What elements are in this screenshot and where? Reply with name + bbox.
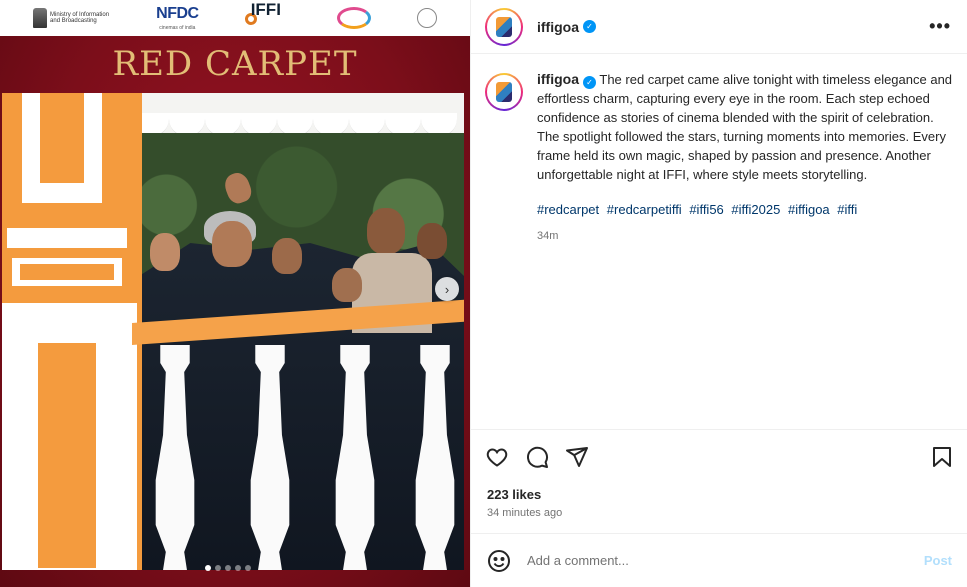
caption-username[interactable]: iffigoa (537, 71, 579, 87)
red-carpet-title: RED CARPET (112, 44, 358, 84)
national-emblem-icon (33, 8, 48, 28)
hashtag-link[interactable]: #iffi (837, 202, 857, 217)
nfdc-logo-subtext: cinemas of india (159, 24, 196, 31)
verified-badge-icon: ✓ (583, 20, 596, 33)
avatar[interactable] (485, 7, 523, 46)
face (332, 268, 362, 302)
face (212, 221, 252, 267)
hashtag-link[interactable]: #iffi56 (689, 202, 723, 217)
action-bar (471, 430, 967, 484)
bookmark-icon[interactable] (930, 445, 954, 469)
festival-ring-logo (336, 7, 371, 29)
carousel-dot (235, 565, 241, 571)
emoji-icon[interactable] (487, 549, 511, 573)
face (367, 208, 405, 254)
comment-input[interactable]: Add a comment... (527, 553, 629, 568)
carousel-next-button[interactable]: › (435, 277, 459, 301)
iffi-avatar-logo (496, 16, 512, 37)
hashtag-link[interactable]: #redcarpetiffi (607, 202, 682, 217)
carousel-dot (215, 565, 221, 571)
seal-logo (416, 8, 437, 28)
chevron-right-icon: › (444, 281, 450, 297)
action-section: 223 likes 34 minutes ago (471, 429, 967, 519)
likes-count[interactable]: 223 likes (471, 487, 967, 502)
post-timestamp[interactable]: 34 minutes ago (471, 507, 967, 519)
comment-icon[interactable] (525, 445, 549, 469)
face (150, 233, 180, 271)
post-media[interactable]: Ministry of Information and Broadcasting… (0, 0, 470, 587)
nfdc-logo-text: NFDC (156, 4, 199, 22)
caption-age: 34m (537, 230, 559, 242)
post-caption: iffigoa ✓ The red carpet came alive tonig… (485, 70, 957, 246)
hashtag-link[interactable]: #iffi2025 (731, 202, 780, 217)
caption-text: The red carpet came alive tonight with t… (537, 72, 953, 182)
post-comment-button[interactable]: Post (924, 553, 952, 568)
share-icon[interactable] (565, 445, 589, 469)
caption-avatar[interactable] (485, 73, 523, 111)
hashtag-link[interactable]: #redcarpet (537, 202, 599, 217)
nfdc-logo: NFDC cinemas of india (156, 4, 199, 31)
ministry-logo: Ministry of Information and Broadcasting (33, 8, 110, 28)
more-horizontal-icon[interactable]: ••• (929, 16, 951, 37)
heart-icon[interactable] (485, 445, 509, 469)
carousel-dot (205, 565, 211, 571)
hashtag-list: #redcarpet #redcarpetiffi #iffi56 #iffi2… (537, 200, 957, 219)
iffi-logo-text: IFFI (250, 0, 281, 19)
iffi-avatar-logo (496, 82, 512, 102)
orange-pillar (2, 93, 142, 570)
iffi-logo: IFFI (244, 0, 291, 31)
ministry-logo-text: Ministry of Information and Broadcasting (50, 12, 110, 24)
carousel-dot (245, 565, 251, 571)
event-photo (2, 93, 464, 570)
post-header: iffigoa ✓ ••• (471, 0, 967, 54)
face (417, 223, 447, 259)
carousel-dots (205, 565, 251, 571)
post-panel: iffigoa ✓ ••• iffigoa ✓ The red carpet ca… (470, 0, 967, 587)
hashtag-link[interactable]: #iffigoa (788, 202, 830, 217)
header-username[interactable]: iffigoa (537, 19, 579, 35)
sponsor-logo-strip: Ministry of Information and Broadcasting… (0, 0, 470, 36)
verified-badge-icon: ✓ (583, 76, 596, 89)
comment-box: Add a comment... Post (471, 533, 967, 587)
face (272, 238, 302, 274)
carousel-dot (225, 565, 231, 571)
